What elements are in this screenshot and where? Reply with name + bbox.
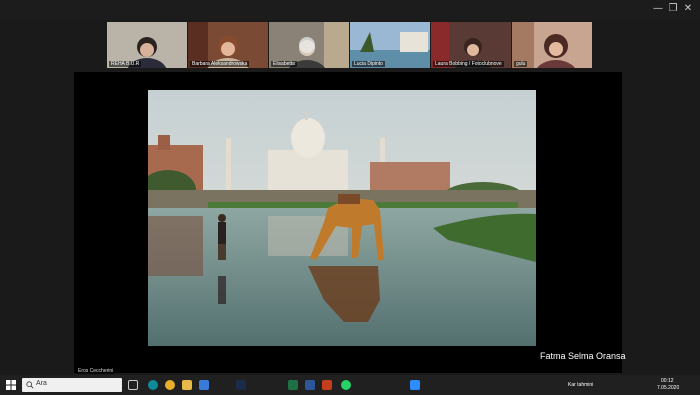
- search-placeholder: Ara: [36, 380, 47, 387]
- participant-tile[interactable]: REHA B.U.R: [107, 22, 187, 68]
- active-speaker-label: Eros Ceccherini: [76, 368, 116, 374]
- participant-name: Laura Bobbing / Fotoclubnove: [433, 61, 504, 67]
- clock-time[interactable]: 00:12: [661, 378, 674, 384]
- whatsapp-icon[interactable]: [341, 380, 351, 390]
- close-icon[interactable]: ✕: [680, 3, 696, 15]
- participant-name: Elisabetta: [271, 61, 297, 67]
- participant-tile[interactable]: Laura Bobbing / Fotoclubnove: [431, 22, 511, 68]
- presenter-name: Fatma Selma Oransa: [540, 351, 626, 361]
- participant-name: Lucia Dipinto: [352, 61, 385, 67]
- participant-tile[interactable]: gulu: [512, 22, 592, 68]
- participant-name: REHA B.U.R: [109, 61, 142, 67]
- participant-tile[interactable]: Lucia Dipinto: [350, 22, 430, 68]
- participant-name: gulu: [514, 61, 528, 67]
- word-icon[interactable]: [305, 380, 315, 390]
- shared-photo-taj-mahal: [148, 90, 536, 346]
- minimize-icon[interactable]: —: [650, 3, 666, 15]
- photoshop-icon[interactable]: [236, 380, 246, 390]
- windows-start-icon[interactable]: [6, 380, 16, 390]
- taskbar-search-box[interactable]: Ara: [22, 378, 122, 392]
- file-explorer-icon[interactable]: [182, 380, 192, 390]
- restore-icon[interactable]: ❐: [665, 3, 681, 15]
- participant-strip: REHA B.U.R Barbara Aleksandrowska Elisab…: [107, 22, 593, 68]
- weather-text[interactable]: Kar tahmini: [568, 382, 593, 388]
- search-icon: [26, 381, 34, 389]
- excel-icon[interactable]: [288, 380, 298, 390]
- windows-taskbar: Ara Kar tahmini 00:12 7.05.2020: [0, 375, 700, 395]
- window-titlebar: — ❐ ✕: [0, 0, 700, 20]
- participant-tile[interactable]: Barbara Aleksandrowska: [188, 22, 268, 68]
- clock-date[interactable]: 7.05.2020: [657, 385, 679, 391]
- participant-tile[interactable]: Elisabetta: [269, 22, 349, 68]
- store-icon[interactable]: [199, 380, 209, 390]
- zoom-icon[interactable]: [410, 380, 420, 390]
- powerpoint-icon[interactable]: [322, 380, 332, 390]
- participant-name: Barbara Aleksandrowska: [190, 61, 250, 67]
- edge-icon[interactable]: [148, 380, 158, 390]
- chrome-icon[interactable]: [165, 380, 175, 390]
- task-view-icon[interactable]: [128, 380, 138, 390]
